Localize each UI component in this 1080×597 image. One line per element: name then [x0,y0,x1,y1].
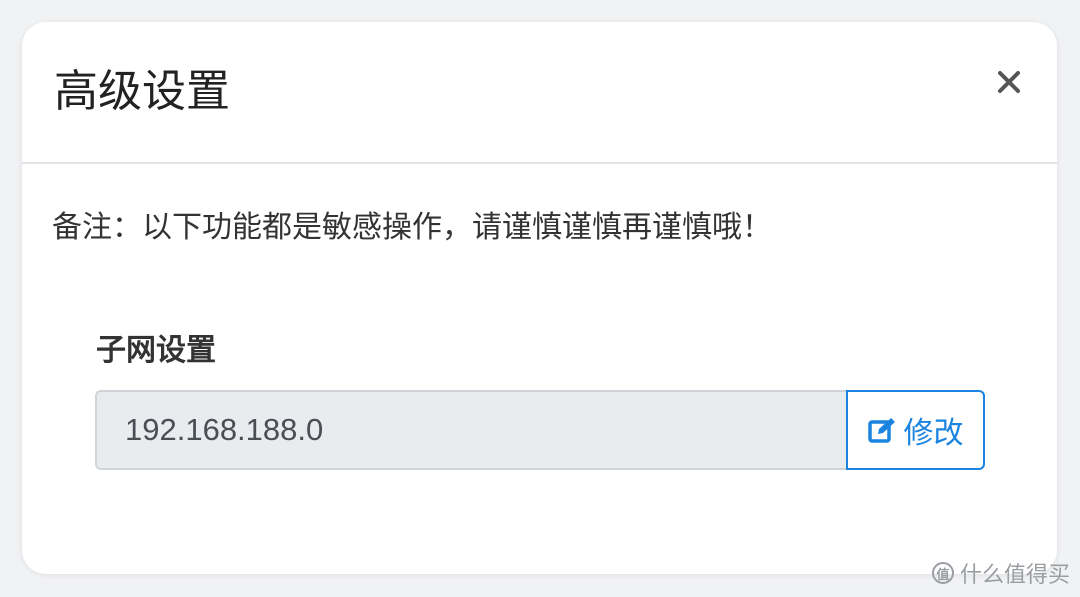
advanced-settings-dialog: 高级设置 备注：以下功能都是敏感操作，请谨慎谨慎再谨慎哦！ 子网设置 修改 [22,22,1057,574]
edit-button-label: 修改 [903,416,964,451]
close-icon [998,71,1020,93]
close-button[interactable] [995,68,1023,96]
watermark-logo-icon: 值 [931,562,954,584]
subnet-label: 子网设置 [96,333,216,368]
subnet-input[interactable] [95,390,847,470]
edit-icon [867,418,895,443]
watermark-text: 什么值得买 [959,563,1070,588]
dialog-header: 高级设置 [22,22,1057,164]
dialog-title: 高级设置 [54,66,230,117]
subnet-input-group: 修改 [95,390,985,470]
edit-subnet-button[interactable]: 修改 [846,390,985,470]
watermark: 值 什么值得买 [931,557,1070,589]
warning-note: 备注：以下功能都是敏感操作，请谨慎谨慎再谨慎哦！ [52,210,772,245]
